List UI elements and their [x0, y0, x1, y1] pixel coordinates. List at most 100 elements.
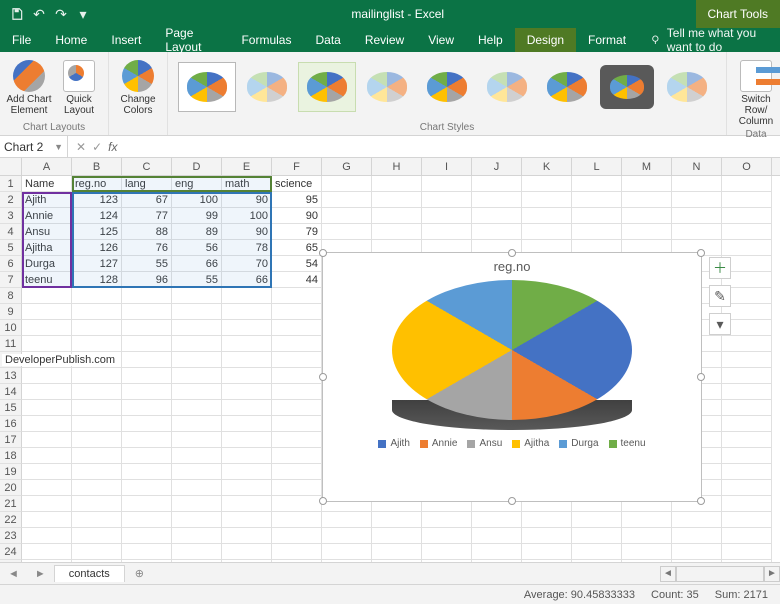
row-header[interactable]: 9 [0, 304, 22, 320]
cell[interactable] [172, 512, 222, 528]
cell[interactable] [722, 400, 772, 416]
cell[interactable]: 90 [222, 192, 272, 208]
cell[interactable]: lang [122, 176, 172, 192]
cell[interactable] [422, 560, 472, 562]
chart-style-3[interactable] [298, 62, 356, 112]
cell[interactable] [122, 352, 172, 368]
cell[interactable] [22, 432, 72, 448]
cell[interactable] [122, 416, 172, 432]
chart-styles-gallery[interactable] [174, 56, 720, 118]
cell[interactable] [372, 224, 422, 240]
cell[interactable] [72, 288, 122, 304]
cell[interactable] [672, 528, 722, 544]
cell[interactable]: 55 [122, 256, 172, 272]
column-header[interactable]: J [472, 158, 522, 175]
resize-handle[interactable] [508, 249, 516, 257]
resize-handle[interactable] [697, 249, 705, 257]
cell[interactable]: 123 [72, 192, 122, 208]
column-header[interactable]: F [272, 158, 322, 175]
cell[interactable] [372, 528, 422, 544]
row-header[interactable]: 11 [0, 336, 22, 352]
legend-item[interactable]: Ajith [378, 438, 409, 449]
scroll-right-icon[interactable]: ► [764, 566, 780, 582]
cell[interactable] [272, 320, 322, 336]
cell[interactable]: reg.no [72, 176, 122, 192]
cell[interactable] [622, 544, 672, 560]
cell[interactable] [272, 528, 322, 544]
cell[interactable] [622, 208, 672, 224]
horizontal-scrollbar[interactable]: ◄ ► [660, 566, 780, 582]
column-header[interactable]: G [322, 158, 372, 175]
row-header[interactable]: 19 [0, 464, 22, 480]
chart-filters-button[interactable]: ▾ [709, 313, 731, 335]
legend-item[interactable]: Ansu [467, 438, 502, 449]
cell[interactable] [722, 560, 772, 562]
cell[interactable] [672, 544, 722, 560]
scroll-left-icon[interactable]: ◄ [660, 566, 676, 582]
cell[interactable] [272, 512, 322, 528]
cell[interactable] [322, 544, 372, 560]
cell[interactable] [722, 240, 772, 256]
cell[interactable]: eng [172, 176, 222, 192]
cell[interactable]: 70 [222, 256, 272, 272]
cell[interactable] [72, 496, 122, 512]
row-header[interactable]: 20 [0, 480, 22, 496]
cell[interactable] [122, 464, 172, 480]
cell[interactable] [272, 416, 322, 432]
cell[interactable] [722, 480, 772, 496]
cell[interactable] [222, 464, 272, 480]
cell[interactable] [122, 544, 172, 560]
fx-icon[interactable]: fx [108, 140, 123, 154]
cell[interactable] [622, 176, 672, 192]
switch-row-column-button[interactable]: Switch Row/ Column [733, 56, 779, 127]
cell[interactable] [722, 432, 772, 448]
cell[interactable] [222, 496, 272, 512]
cell[interactable] [72, 560, 122, 562]
row-header[interactable]: 17 [0, 432, 22, 448]
cell[interactable] [322, 512, 372, 528]
row-header[interactable]: 25 [0, 560, 22, 562]
cell[interactable] [122, 384, 172, 400]
cell[interactable] [422, 176, 472, 192]
chart-elements-button[interactable]: ＋ [709, 257, 731, 279]
cell[interactable] [472, 192, 522, 208]
cell[interactable] [122, 304, 172, 320]
cell[interactable] [172, 432, 222, 448]
cell[interactable] [122, 432, 172, 448]
chart-style-1[interactable] [178, 62, 236, 112]
cell[interactable] [722, 416, 772, 432]
cell[interactable] [722, 192, 772, 208]
cell[interactable] [322, 528, 372, 544]
cell[interactable] [22, 480, 72, 496]
cell[interactable] [722, 176, 772, 192]
cell[interactable]: 90 [272, 208, 322, 224]
cell[interactable] [122, 528, 172, 544]
row-header[interactable]: 7 [0, 272, 22, 288]
row-header[interactable]: 5 [0, 240, 22, 256]
cell[interactable] [72, 384, 122, 400]
column-header[interactable]: A [22, 158, 72, 175]
chart-object[interactable]: reg.no AjithAnnieAnsuAjithaDurgateenu ＋ … [322, 252, 702, 502]
row-header[interactable]: 14 [0, 384, 22, 400]
cell[interactable] [22, 336, 72, 352]
cell[interactable] [172, 544, 222, 560]
cell[interactable]: 67 [122, 192, 172, 208]
resize-handle[interactable] [319, 249, 327, 257]
cell[interactable]: 89 [172, 224, 222, 240]
chart-style-5[interactable] [418, 62, 476, 112]
sheet-nav-prev[interactable]: ◄ [0, 568, 27, 580]
cell[interactable]: 90 [222, 224, 272, 240]
column-header[interactable]: C [122, 158, 172, 175]
name-box[interactable]: Chart 2▼ [0, 136, 68, 157]
cell[interactable]: 55 [172, 272, 222, 288]
cell[interactable]: 66 [222, 272, 272, 288]
cell[interactable] [122, 512, 172, 528]
cell[interactable] [172, 352, 222, 368]
cell[interactable] [172, 304, 222, 320]
chart-style-4[interactable] [358, 62, 416, 112]
cell[interactable] [722, 208, 772, 224]
cell[interactable]: 96 [122, 272, 172, 288]
chart-style-7[interactable] [538, 62, 596, 112]
chart-style-2[interactable] [238, 62, 296, 112]
cell[interactable] [22, 304, 72, 320]
